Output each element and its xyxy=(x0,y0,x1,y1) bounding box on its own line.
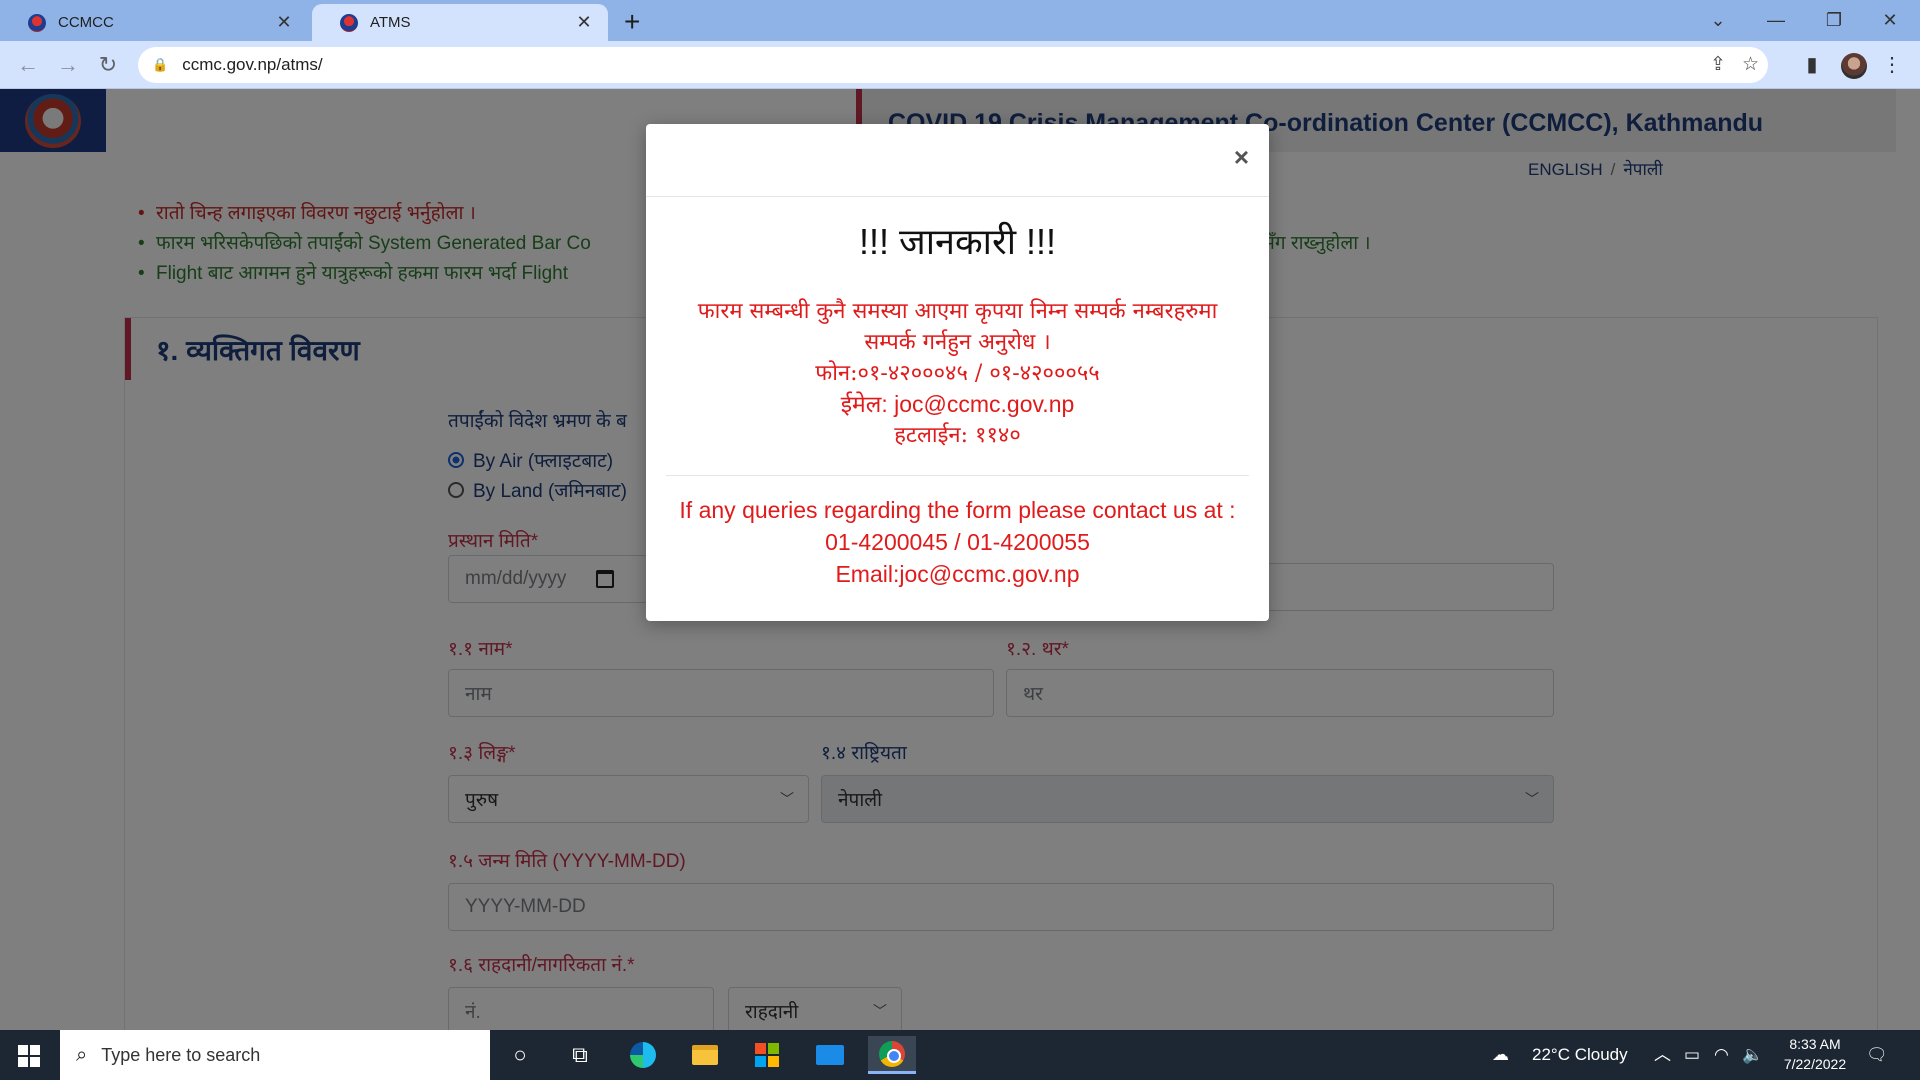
battery-icon[interactable]: ▭ xyxy=(1684,1030,1700,1080)
weather-text[interactable]: 22°C Cloudy xyxy=(1532,1030,1628,1080)
tab-title: ATMS xyxy=(370,14,411,31)
address-bar[interactable]: 🔒 ccmc.gov.np/atms/ ⇪ ☆ xyxy=(138,47,1768,83)
lock-icon[interactable]: 🔒 xyxy=(152,57,168,73)
english-phone: 01-4200045 / 01-4200055 xyxy=(825,529,1090,555)
english-line: If any queries regarding the form please… xyxy=(679,497,1236,523)
nepali-line: फारम सम्बन्धी कुनै समस्या आएमा कृपया निम… xyxy=(697,299,1218,324)
mail-icon[interactable] xyxy=(806,1036,854,1074)
tab-atms[interactable]: ATMS ✕ xyxy=(312,4,608,41)
atms-favicon-icon xyxy=(340,13,358,32)
clock-date: 7/22/2022 xyxy=(1783,1056,1847,1072)
share-icon[interactable]: ⇪ xyxy=(1710,47,1726,83)
side-panel-icon[interactable]: ▮ xyxy=(1796,49,1828,81)
new-tab-plus-icon[interactable]: + xyxy=(624,6,650,38)
tab-search-chevron-icon[interactable]: ⌄ xyxy=(1698,4,1738,36)
back-arrow-icon[interactable]: ← xyxy=(12,49,44,81)
modal-close-button[interactable]: × xyxy=(1234,144,1249,170)
tab-ccmcc[interactable]: CCMCC ✕ xyxy=(0,4,308,41)
volume-icon[interactable]: 🔈 xyxy=(1742,1030,1763,1080)
nepali-hotline: हटलाईन: ११४० xyxy=(894,423,1021,448)
browser-tab-strip: CCMCC ✕ ATMS ✕ + ⌄ — ❐ ✕ xyxy=(0,0,1920,41)
weather-cloud-icon[interactable]: ☁ xyxy=(1492,1030,1509,1080)
wifi-icon[interactable]: ◠ xyxy=(1714,1030,1729,1080)
minimize-icon[interactable]: — xyxy=(1756,4,1796,36)
clock-time: 8:33 AM xyxy=(1789,1036,1841,1052)
reload-icon[interactable]: ↻ xyxy=(92,49,124,81)
ccmcc-favicon-icon xyxy=(28,13,46,32)
windows-taskbar: ⌕ Type here to search ○ ⧉ ☁ 22°C Cloudy … xyxy=(0,1030,1920,1080)
search-icon: ⌕ xyxy=(76,1043,88,1066)
modal-title: !!! जानकारी !!! xyxy=(858,221,1057,262)
taskbar-search-box[interactable]: ⌕ Type here to search xyxy=(60,1030,490,1080)
modal-divider xyxy=(666,475,1249,476)
task-view-icon[interactable]: ⧉ xyxy=(556,1036,604,1074)
tray-chevron-up-icon[interactable]: ︿ xyxy=(1654,1030,1671,1080)
modal-english-message: If any queries regarding the form please… xyxy=(666,494,1249,590)
edge-icon[interactable] xyxy=(619,1036,667,1074)
url-text[interactable]: ccmc.gov.np/atms/ xyxy=(182,55,322,75)
restore-icon[interactable]: ❐ xyxy=(1814,4,1854,36)
bookmark-star-icon[interactable]: ☆ xyxy=(1742,47,1759,83)
file-explorer-icon[interactable] xyxy=(681,1036,729,1074)
nepali-phone: फोन:०१-४२०००४५ / ०१-४२०००५५ xyxy=(815,361,1100,386)
nepali-line: सम्पर्क गर्नहुन अनुरोध । xyxy=(864,330,1051,355)
menu-kebab-icon[interactable]: ⋮ xyxy=(1878,49,1906,81)
info-modal: × !!! जानकारी !!! फारम सम्बन्धी कुनै समस… xyxy=(646,124,1269,621)
address-toolbar: ← → ↻ 🔒 ccmc.gov.np/atms/ ⇪ ☆ ▮ ⋮ xyxy=(0,41,1920,89)
modal-nepali-message: फारम सम्बन्धी कुनै समस्या आएमा कृपया निम… xyxy=(666,296,1249,451)
search-placeholder: Type here to search xyxy=(101,1044,261,1065)
store-icon[interactable] xyxy=(743,1036,791,1074)
chrome-icon[interactable] xyxy=(868,1036,916,1074)
close-tab-icon[interactable]: ✕ xyxy=(574,12,594,33)
notification-icon[interactable]: 🗨 xyxy=(1866,1030,1888,1080)
modal-header-divider xyxy=(646,196,1269,197)
tab-title: CCMCC xyxy=(58,14,114,31)
forward-arrow-icon[interactable]: → xyxy=(52,49,84,81)
windows-start-icon[interactable] xyxy=(18,1045,40,1067)
english-email: Email:joc@ccmc.gov.np xyxy=(835,561,1080,587)
profile-avatar[interactable] xyxy=(1841,53,1867,79)
nepali-email: ईमेल: joc@ccmc.gov.np xyxy=(840,391,1075,417)
system-clock[interactable]: 8:33 AM 7/22/2022 xyxy=(1770,1034,1860,1074)
close-tab-icon[interactable]: ✕ xyxy=(274,12,294,33)
cortana-icon[interactable]: ○ xyxy=(496,1036,544,1074)
close-window-icon[interactable]: ✕ xyxy=(1870,4,1910,36)
